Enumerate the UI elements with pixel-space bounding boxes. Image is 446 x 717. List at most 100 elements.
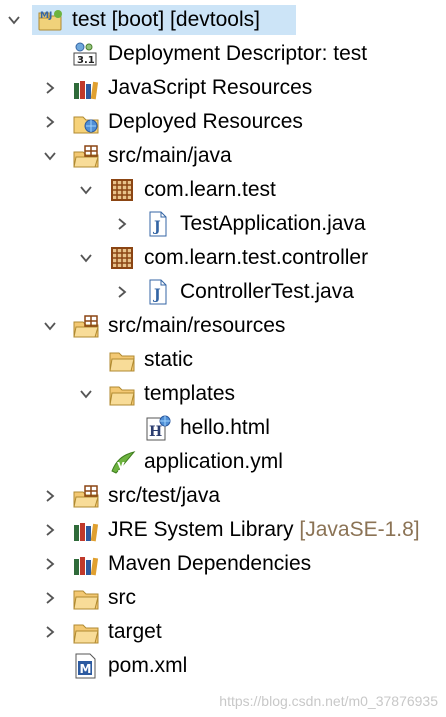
tree-item-label: JRE System Library [JavaSE-1.8] xyxy=(108,516,420,544)
tree-item-label: application.yml xyxy=(144,448,283,476)
tree-item-text: hello.html xyxy=(180,416,270,439)
folder-icon xyxy=(72,585,100,611)
tree-item-label: com.learn.test.controller xyxy=(144,244,368,272)
tree-item-src[interactable]: src xyxy=(0,581,446,615)
boot-project-icon: MJ xyxy=(36,7,64,33)
tree-item-com-learn-test-controller[interactable]: com.learn.test.controller xyxy=(0,241,446,275)
tree-item-src-main-java[interactable]: src/main/java xyxy=(0,139,446,173)
collapse-arrow-icon[interactable] xyxy=(115,285,129,299)
deployed-resources-icon xyxy=(72,109,100,135)
tree-item-text: application.yml xyxy=(144,450,283,473)
tree-item-controllertest-java[interactable]: J ControllerTest.java xyxy=(0,275,446,309)
java-file-icon: J xyxy=(144,279,172,305)
tree-item-text: Deployment Descriptor: test xyxy=(108,42,368,65)
tree-item-label: src xyxy=(108,584,136,612)
tree-item-hello-html[interactable]: Hhello.html xyxy=(0,411,446,445)
java-file-icon: J xyxy=(144,211,172,237)
library-icon xyxy=(72,517,100,543)
collapse-arrow-icon[interactable] xyxy=(43,489,57,503)
folder-icon xyxy=(72,619,100,645)
collapse-arrow-icon[interactable] xyxy=(43,115,57,129)
package-icon xyxy=(108,245,136,271)
collapse-arrow-icon[interactable] xyxy=(43,557,57,571)
tree-item-label: templates xyxy=(144,380,235,408)
expand-arrow-icon[interactable] xyxy=(7,13,21,27)
expand-arrow-icon[interactable] xyxy=(79,387,93,401)
tree-item-text: src/main/resources xyxy=(108,314,286,337)
library-icon xyxy=(72,551,100,577)
svg-text:J: J xyxy=(152,219,161,235)
tree-item-label: target xyxy=(108,618,162,646)
tree-item-text: JavaScript Resources xyxy=(108,76,313,99)
tree-item-maven-dependencies[interactable]: Maven Dependencies xyxy=(0,547,446,581)
maven-pom-icon: M xyxy=(72,653,100,679)
tree-item-static[interactable]: static xyxy=(0,343,446,377)
tree-item-label: hello.html xyxy=(180,414,270,442)
tree-item-text: templates xyxy=(144,382,236,405)
tree-item-text: com.learn.test.controller xyxy=(144,246,369,269)
tree-item-text: target xyxy=(108,620,162,643)
tree-item-text: pom.xml xyxy=(108,654,188,677)
tree-item-text: com.learn.test xyxy=(144,178,276,201)
svg-text:M: M xyxy=(80,662,92,676)
project-explorer-tree: M Jtest [boot] [devtools] 3.1 Deployment De… xyxy=(0,3,446,683)
source-folder-icon xyxy=(72,143,100,169)
tree-item-deployment-descriptor-test[interactable]: 3.1 Deployment Descriptor: test xyxy=(0,37,446,71)
tree-item-text: Maven Dependencies xyxy=(108,552,312,575)
tree-item-src-main-resources[interactable]: src/main/resources xyxy=(0,309,446,343)
tree-item-decoration: [JavaSE-1.8] xyxy=(299,518,420,541)
yml-file-icon: y xyxy=(108,449,136,475)
tree-item-pom-xml[interactable]: Mpom.xml xyxy=(0,649,446,683)
watermark: https://blog.csdn.net/m0_37876935 xyxy=(219,693,438,709)
package-icon xyxy=(108,177,136,203)
tree-item-test-boot-devtools[interactable]: M Jtest [boot] [devtools] xyxy=(0,3,446,37)
collapse-arrow-icon[interactable] xyxy=(115,217,129,231)
deployment-descriptor-icon: 3.1 xyxy=(72,41,100,67)
tree-item-label: Deployed Resources xyxy=(108,108,303,136)
tree-item-text: JRE System Library xyxy=(108,518,294,541)
tree-item-text: ControllerTest.java xyxy=(180,280,354,303)
expand-arrow-icon[interactable] xyxy=(79,183,93,197)
tree-item-src-test-java[interactable]: src/test/java xyxy=(0,479,446,513)
tree-item-deployed-resources[interactable]: Deployed Resources xyxy=(0,105,446,139)
tree-item-text: TestApplication.java xyxy=(180,212,366,235)
tree-item-text: src/test/java xyxy=(108,484,221,507)
tree-item-label: static xyxy=(144,346,193,374)
folder-icon xyxy=(108,347,136,373)
tree-item-label: test [boot] [devtools] xyxy=(72,6,260,34)
html-file-icon: H xyxy=(144,415,172,441)
collapse-arrow-icon[interactable] xyxy=(43,625,57,639)
tree-item-label: com.learn.test xyxy=(144,176,276,204)
tree-item-templates[interactable]: templates xyxy=(0,377,446,411)
tree-item-testapplication-java[interactable]: J TestApplication.java xyxy=(0,207,446,241)
svg-text:J: J xyxy=(152,287,161,303)
tree-item-label: src/main/java xyxy=(108,142,232,170)
tree-item-javascript-resources[interactable]: JavaScript Resources xyxy=(0,71,446,105)
svg-text:H: H xyxy=(149,424,162,440)
expand-arrow-icon[interactable] xyxy=(43,149,57,163)
collapse-arrow-icon[interactable] xyxy=(43,523,57,537)
tree-item-application-yml[interactable]: y application.yml xyxy=(0,445,446,479)
tree-item-label: TestApplication.java xyxy=(180,210,366,238)
tree-item-label: ControllerTest.java xyxy=(180,278,354,306)
source-folder-icon xyxy=(72,483,100,509)
svg-text:M: M xyxy=(40,11,49,21)
svg-text:J: J xyxy=(48,11,52,21)
tree-item-target[interactable]: target xyxy=(0,615,446,649)
expand-arrow-icon[interactable] xyxy=(79,251,93,265)
tree-item-com-learn-test[interactable]: com.learn.test xyxy=(0,173,446,207)
tree-item-label: src/test/java xyxy=(108,482,220,510)
collapse-arrow-icon[interactable] xyxy=(43,81,57,95)
tree-item-text: static xyxy=(144,348,194,371)
svg-text:3.1: 3.1 xyxy=(77,55,95,66)
tree-item-label: JavaScript Resources xyxy=(108,74,312,102)
tree-item-text: Deployed Resources xyxy=(108,110,303,133)
folder-icon xyxy=(108,381,136,407)
tree-item-jre-system-library[interactable]: JRE System Library [JavaSE-1.8] xyxy=(0,513,446,547)
javascript-resources-icon xyxy=(72,75,100,101)
expand-arrow-icon[interactable] xyxy=(43,319,57,333)
tree-item-label: Deployment Descriptor: test xyxy=(108,40,367,68)
svg-text:y: y xyxy=(117,458,125,472)
tree-item-text: test [boot] [devtools] xyxy=(72,8,260,31)
collapse-arrow-icon[interactable] xyxy=(43,591,57,605)
